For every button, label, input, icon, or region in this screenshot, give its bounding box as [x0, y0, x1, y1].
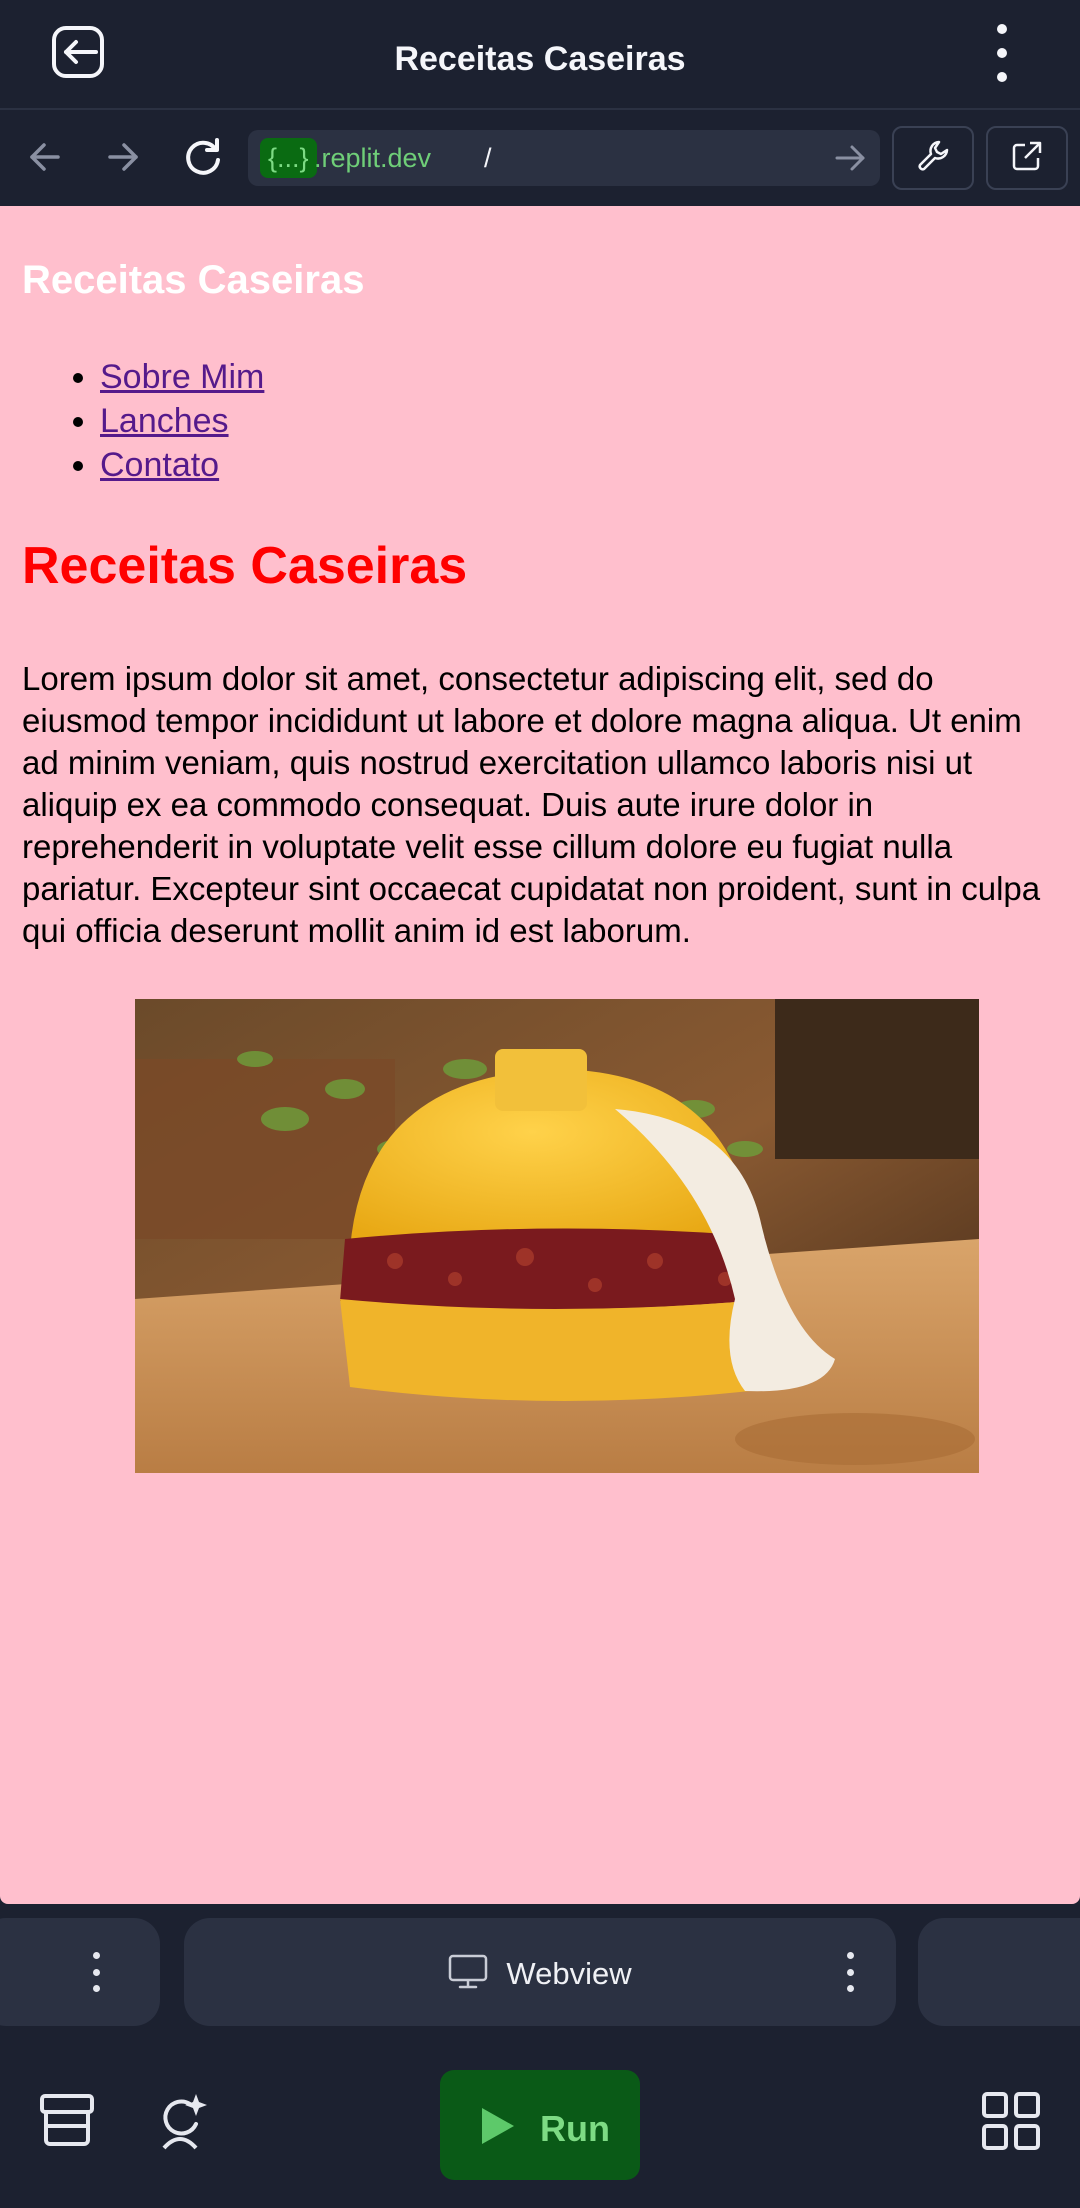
- nav-link-sobre-mim[interactable]: Sobre Mim: [100, 358, 264, 396]
- tab-webview[interactable]: Webview: [184, 1918, 896, 2026]
- back-arrow-icon[interactable]: [22, 134, 68, 180]
- tab-webview-label: Webview: [506, 1956, 632, 1992]
- open-new-tab-button[interactable]: [986, 126, 1068, 190]
- kebab-menu-icon[interactable]: [90, 1952, 102, 1992]
- nav-link-contato[interactable]: Contato: [100, 446, 219, 484]
- kebab-menu-icon[interactable]: [988, 24, 1016, 82]
- url-domain: .replit.dev: [314, 143, 432, 173]
- database-icon[interactable]: [36, 2090, 98, 2152]
- page-paragraph: Lorem ipsum dolor sit amet, consectetur …: [22, 660, 1041, 949]
- site-nav: Sobre Mim Lanches Contato: [100, 356, 264, 488]
- external-link-icon: [1009, 138, 1045, 179]
- pane-tab-right[interactable]: [918, 1918, 1080, 2026]
- webview-content: Receitas Caseiras Sobre Mim Lanches Cont…: [0, 206, 1080, 1904]
- app-header: Receitas Caseiras: [0, 0, 1080, 110]
- monitor-icon: [448, 1954, 488, 1998]
- play-icon: [478, 2106, 518, 2151]
- browser-toolbar: {...} .replit.dev /: [0, 112, 1080, 204]
- recipe-photo: [135, 999, 979, 1473]
- forward-arrow-icon[interactable]: [100, 134, 146, 180]
- wrench-icon: [915, 138, 951, 179]
- devtools-button[interactable]: [892, 126, 974, 190]
- reload-icon[interactable]: [180, 134, 226, 180]
- url-path: /: [484, 143, 492, 173]
- run-button[interactable]: Run: [440, 2070, 640, 2180]
- page-heading: Receitas Caseiras: [22, 537, 468, 595]
- go-arrow-icon[interactable]: [832, 140, 868, 176]
- grid-apps-icon[interactable]: [980, 2090, 1042, 2152]
- url-bar[interactable]: {...} .replit.dev /: [248, 130, 880, 186]
- pane-tab-left[interactable]: [0, 1918, 160, 2026]
- nav-link-lanches[interactable]: Lanches: [100, 402, 229, 440]
- app-title: Receitas Caseiras: [394, 40, 686, 78]
- run-label: Run: [540, 2108, 610, 2149]
- bottom-toolbar: Run: [0, 2030, 1080, 2208]
- url-badge: {...}: [260, 138, 317, 178]
- ai-assistant-icon[interactable]: [150, 2090, 212, 2152]
- pane-tab-bar: Webview: [0, 1904, 1080, 2028]
- kebab-menu-icon[interactable]: [844, 1952, 856, 1992]
- site-name: Receitas Caseiras: [22, 258, 365, 302]
